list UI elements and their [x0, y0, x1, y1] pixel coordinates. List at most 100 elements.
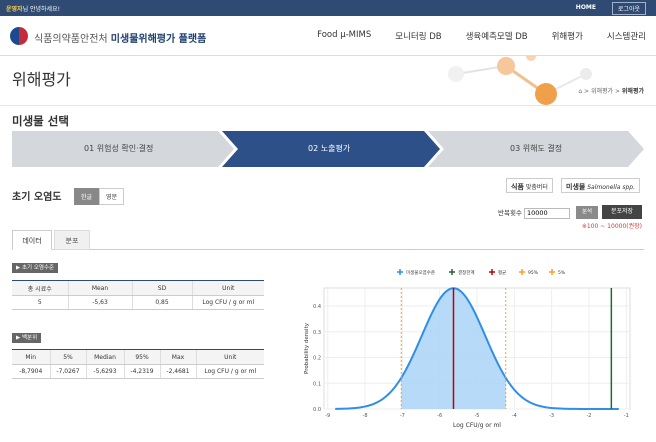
food-tag: 식품 맞춤버터 [506, 178, 553, 193]
page-hero: 위해평가 ⌂ > 위해평가 > 위해평가 [0, 56, 656, 106]
col-min: Min [12, 349, 50, 365]
breadcrumb-current: 위해평가 [621, 88, 644, 95]
cell-mean: -5,63 [67, 295, 132, 310]
platform-name: 미생물위해평가 플랫폼 [110, 34, 207, 45]
cell-unit: Log CFU / g or ml [195, 364, 264, 379]
col-sd: SD [131, 280, 192, 296]
nav-food-mims[interactable]: Food μ-MIMS [317, 30, 371, 42]
col-unit: Unit [191, 280, 264, 296]
org-name: 식품의약품안전처 [34, 34, 108, 45]
play-icon: ▶ [16, 265, 21, 271]
legend-label: 미생물오염수준 [406, 269, 435, 276]
cell-p5: -7,0267 [49, 364, 86, 379]
step-progress: 01 위험성 확인·결정 02 노출평가 03 위해도 결정 [12, 131, 644, 167]
x-tick-label: -3 [549, 413, 554, 419]
step-2-label: 02 노출평가 [308, 144, 351, 153]
analyze-button[interactable]: 분석 [576, 206, 598, 219]
home-icon[interactable]: ⌂ [578, 88, 582, 95]
y-axis-label: Probability density [304, 322, 310, 374]
table-header-row: 총 시료수 Mean SD Unit [12, 280, 264, 296]
percentile-title: 백분위 [21, 335, 38, 341]
step-1-label: 01 위험성 확인·결정 [84, 144, 154, 153]
tab-data[interactable]: 데이터 [12, 230, 52, 250]
breadcrumb: ⌂ > 위해평가 > 위해평가 [578, 88, 644, 95]
save-distribution-button[interactable]: 분포저장 [602, 205, 642, 219]
initial-contamination-title: 초기 오염도 [12, 192, 62, 203]
microbe-tag-value: Salmonella spp. [587, 184, 635, 191]
microbe-tag: 미생물 Salmonella spp. [561, 178, 640, 193]
cell-p95: -4,2319 [123, 364, 160, 379]
col-mean: Mean [67, 280, 132, 296]
x-tick-label: -6 [437, 413, 442, 419]
greeting-user: 운영자 [6, 6, 23, 13]
legend-label: 95% [528, 270, 539, 276]
x-tick-label: -9 [325, 413, 330, 419]
table-row: 5 -5,63 0,85 Log CFU / g or ml [12, 295, 264, 310]
iteration-hint: ※100 ~ 10000(권장) [581, 223, 642, 230]
step-3-label: 03 위해도 결정 [510, 144, 563, 153]
cell-median: -5,6293 [85, 364, 124, 379]
microbe-tag-label: 미생물 [566, 183, 586, 191]
result-tabs: 데이터 분포 [12, 230, 644, 250]
page-title: 위해평가 [12, 70, 71, 89]
col-p5: 5% [49, 349, 86, 365]
y-tick-label: 0.3 [313, 330, 321, 336]
ministry-logo-icon [10, 27, 28, 45]
section-title: 미생물 선택 [12, 114, 69, 128]
legend-label: 평균 [498, 269, 506, 276]
x-axis-label: Log CFU/g or ml [453, 422, 501, 429]
cell-sd: 0,85 [131, 295, 192, 310]
legend-label: 5% [558, 270, 566, 276]
food-tag-value: 맞춤버터 [525, 184, 548, 191]
logout-button[interactable]: 로그아웃 [611, 2, 646, 15]
iteration-label: 반복횟수 [498, 209, 522, 217]
initial-level-title: 초기 오염수준 [21, 265, 55, 271]
x-tick-label: -1 [624, 413, 629, 419]
cell-max: -2,4681 [159, 364, 196, 379]
col-median: Median [85, 349, 124, 365]
table-header-row: Min 5% Median 95% Max Unit [12, 349, 264, 365]
x-tick-label: -7 [400, 413, 405, 419]
iteration-control: 반복횟수 [498, 207, 570, 219]
food-tag-label: 식품 [511, 183, 524, 191]
legend-label: 결정한계 [458, 269, 475, 276]
col-max: Max [159, 349, 196, 365]
y-tick-label: 0.2 [313, 356, 321, 362]
table-row: -8,7904 -7,0267 -5,6293 -4,2319 -2,4681 … [12, 364, 264, 379]
distribution-chart: 0.0 0.1 0.2 0.3 0.4 -9 -8 -7 -6 -5 -4 -3 -2 -1 Log CFU… [304, 269, 631, 429]
percentile-pill: ▶ 백분위 [12, 333, 42, 343]
breadcrumb-parent[interactable]: 위해평가 [591, 88, 613, 95]
col-p95: 95% [123, 349, 160, 365]
home-link[interactable]: HOME [576, 4, 596, 11]
greeting-text: 님 안녕하세요! [22, 6, 60, 13]
tab-distribution[interactable]: 분포 [54, 230, 90, 250]
molecule-decoration-icon [448, 56, 592, 105]
x-tick-label: -2 [586, 413, 591, 419]
main-nav: Food μ-MIMS 모니터링 DB 생육예측모델 DB 위해평가 시스템관리 [317, 30, 646, 42]
greeting: 운영자님 안녕하세요! [6, 4, 60, 13]
nav-system-admin[interactable]: 시스템관리 [607, 30, 646, 42]
x-tick-label: -8 [363, 413, 368, 419]
top-bar: 운영자님 안녕하세요! HOME 로그아웃 [0, 0, 656, 16]
iteration-input[interactable] [524, 207, 570, 219]
play-icon: ▶ [16, 335, 21, 341]
language-toggle: 한글 영문 [74, 188, 125, 205]
cell-unit: Log CFU / g or ml [191, 295, 264, 310]
cell-min: -8,7904 [12, 364, 50, 379]
lang-korean-button[interactable]: 한글 [74, 188, 100, 205]
lang-english-button[interactable]: 영문 [99, 188, 125, 205]
y-tick-label: 0.1 [313, 381, 321, 387]
y-tick-label: 0.0 [313, 407, 321, 413]
col-unit: Unit [195, 349, 264, 365]
col-sample-count: 총 시료수 [12, 280, 68, 296]
y-tick-label: 0.4 [313, 304, 321, 310]
nav-growth-model-db[interactable]: 생육예측모델 DB [466, 30, 528, 42]
x-tick-label: -5 [475, 413, 480, 419]
site-header: 식품의약품안전처 미생물위해평가 플랫폼 Food μ-MIMS 모니터링 DB… [0, 16, 656, 56]
nav-risk-assessment[interactable]: 위해평가 [552, 30, 583, 42]
nav-monitoring-db[interactable]: 모니터링 DB [395, 30, 441, 42]
cell-sample-count: 5 [12, 295, 68, 310]
initial-level-pill: ▶ 초기 오염수준 [12, 263, 59, 273]
percentile-table: Min 5% Median 95% Max Unit -8,7904 -7,02… [12, 349, 264, 379]
brand[interactable]: 식품의약품안전처 미생물위해평가 플랫폼 [34, 30, 206, 45]
